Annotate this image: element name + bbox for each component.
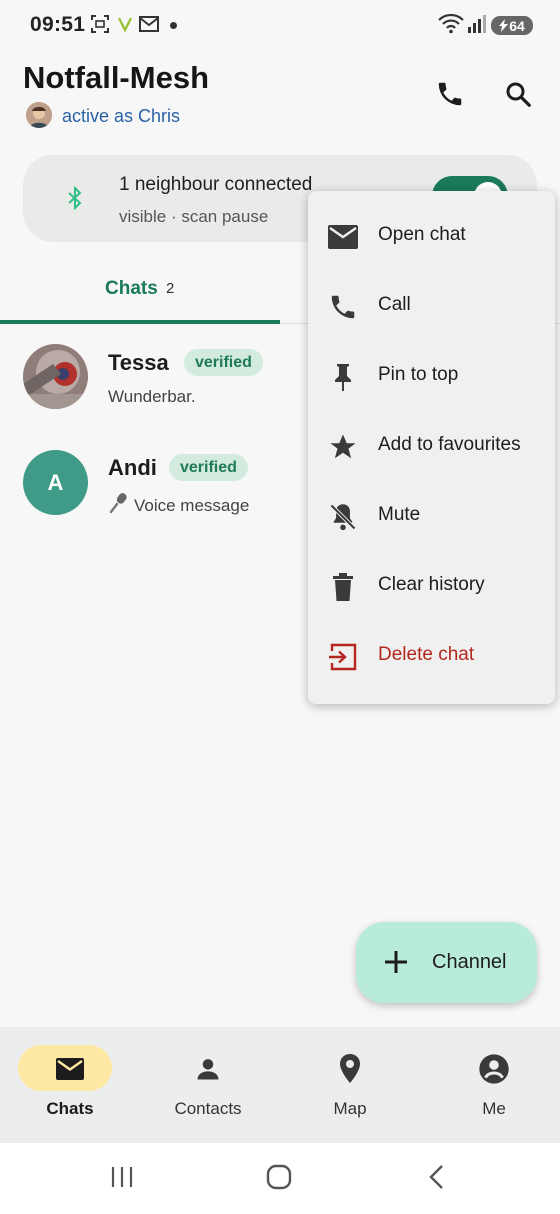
- mesh-status-text: 1 neighbour connected: [119, 174, 313, 195]
- verified-badge: verified: [184, 349, 263, 376]
- menu-item-open-chat[interactable]: Open chat: [308, 202, 555, 272]
- plus-icon: [382, 948, 410, 981]
- app-v-icon: [117, 16, 133, 37]
- battery-level: 64: [509, 17, 525, 34]
- tab-indicator: [0, 320, 280, 324]
- star-icon: [326, 430, 360, 464]
- avatar[interactable]: [26, 102, 52, 128]
- menu-item-add-to-favourites[interactable]: Add to favourites: [308, 412, 555, 482]
- home-icon: [265, 1163, 293, 1196]
- status-bar: 09:51 64: [0, 0, 560, 52]
- mail-icon: [326, 220, 360, 254]
- menu-item-mute[interactable]: Mute: [308, 482, 555, 552]
- nav-item-me[interactable]: Me: [424, 1027, 560, 1143]
- nav-item-chats[interactable]: Chats: [0, 1027, 140, 1143]
- notification-dot: [170, 22, 177, 29]
- phone-icon: [435, 79, 465, 114]
- map-pin-icon: [334, 1053, 366, 1085]
- page-title: Notfall-Mesh: [23, 60, 209, 95]
- tab-chats-count: 2: [166, 280, 175, 297]
- tab-chats-label: Chats: [105, 278, 158, 299]
- chat-preview: Wunderbar.: [108, 387, 196, 406]
- battery-indicator: 64: [491, 16, 533, 35]
- recents-button[interactable]: [107, 1165, 137, 1193]
- pin-icon: [326, 360, 360, 394]
- menu-item-call[interactable]: Call: [308, 272, 555, 342]
- avatar-initial: A: [47, 469, 64, 495]
- menu-item-label: Mute: [378, 504, 421, 525]
- chat-context-menu: Open chat Call Pin to top Add to favouri…: [308, 191, 555, 704]
- nav-label: Contacts: [174, 1099, 242, 1118]
- call-button[interactable]: [432, 78, 468, 114]
- signal-icon: [467, 14, 487, 39]
- mesh-substatus-text: visible · scan pause: [119, 207, 269, 226]
- bell-off-icon: [326, 500, 360, 534]
- nav-label: Chats: [46, 1099, 94, 1118]
- menu-item-label: Clear history: [378, 574, 485, 595]
- nav-label: Me: [482, 1099, 506, 1118]
- search-icon: [503, 79, 533, 114]
- active-user-label[interactable]: active as Chris: [62, 106, 180, 127]
- bottom-navigation: Chats Contacts Map Me: [0, 1027, 560, 1143]
- menu-item-label: Delete chat: [378, 644, 475, 665]
- nav-label: Map: [333, 1099, 367, 1118]
- menu-item-clear-history[interactable]: Clear history: [308, 552, 555, 622]
- nav-item-contacts[interactable]: Contacts: [138, 1027, 278, 1143]
- mail-icon: [54, 1053, 86, 1085]
- person-icon: [192, 1053, 224, 1085]
- bluetooth-icon: [64, 185, 86, 215]
- menu-item-label: Add to favourites: [378, 434, 521, 455]
- tab-chats[interactable]: Chats 2: [0, 260, 280, 324]
- mail-notification-icon: [139, 16, 159, 37]
- chat-preview-text: Voice message: [134, 495, 250, 515]
- back-button[interactable]: [421, 1164, 451, 1195]
- menu-item-label: Pin to top: [378, 364, 459, 385]
- menu-item-label: Open chat: [378, 224, 466, 245]
- phone-icon: [326, 290, 360, 324]
- screenshot-icon: [90, 14, 110, 39]
- back-icon: [426, 1164, 446, 1195]
- recents-icon: [109, 1165, 135, 1194]
- status-time: 09:51: [30, 13, 86, 36]
- verified-badge: verified: [169, 454, 248, 481]
- home-button[interactable]: [264, 1163, 294, 1196]
- avatar: A: [23, 450, 88, 515]
- nav-item-map[interactable]: Map: [280, 1027, 420, 1143]
- new-channel-button[interactable]: Channel: [356, 922, 537, 1003]
- avatar: [23, 344, 88, 409]
- account-circle-icon: [478, 1053, 510, 1085]
- chat-name: Andi: [108, 455, 157, 480]
- exit-icon: [326, 640, 360, 674]
- microphone-icon: [108, 492, 130, 519]
- menu-item-label: Call: [378, 294, 411, 315]
- chat-preview: Voice message: [108, 492, 249, 519]
- fab-label: Channel: [432, 951, 507, 973]
- trash-icon: [326, 570, 360, 604]
- menu-item-pin-to-top[interactable]: Pin to top: [308, 342, 555, 412]
- wifi-icon: [438, 13, 464, 39]
- chat-name: Tessa: [108, 350, 169, 375]
- system-navigation-bar: [0, 1143, 560, 1214]
- search-button[interactable]: [500, 78, 536, 114]
- menu-item-delete-chat[interactable]: Delete chat: [308, 622, 555, 692]
